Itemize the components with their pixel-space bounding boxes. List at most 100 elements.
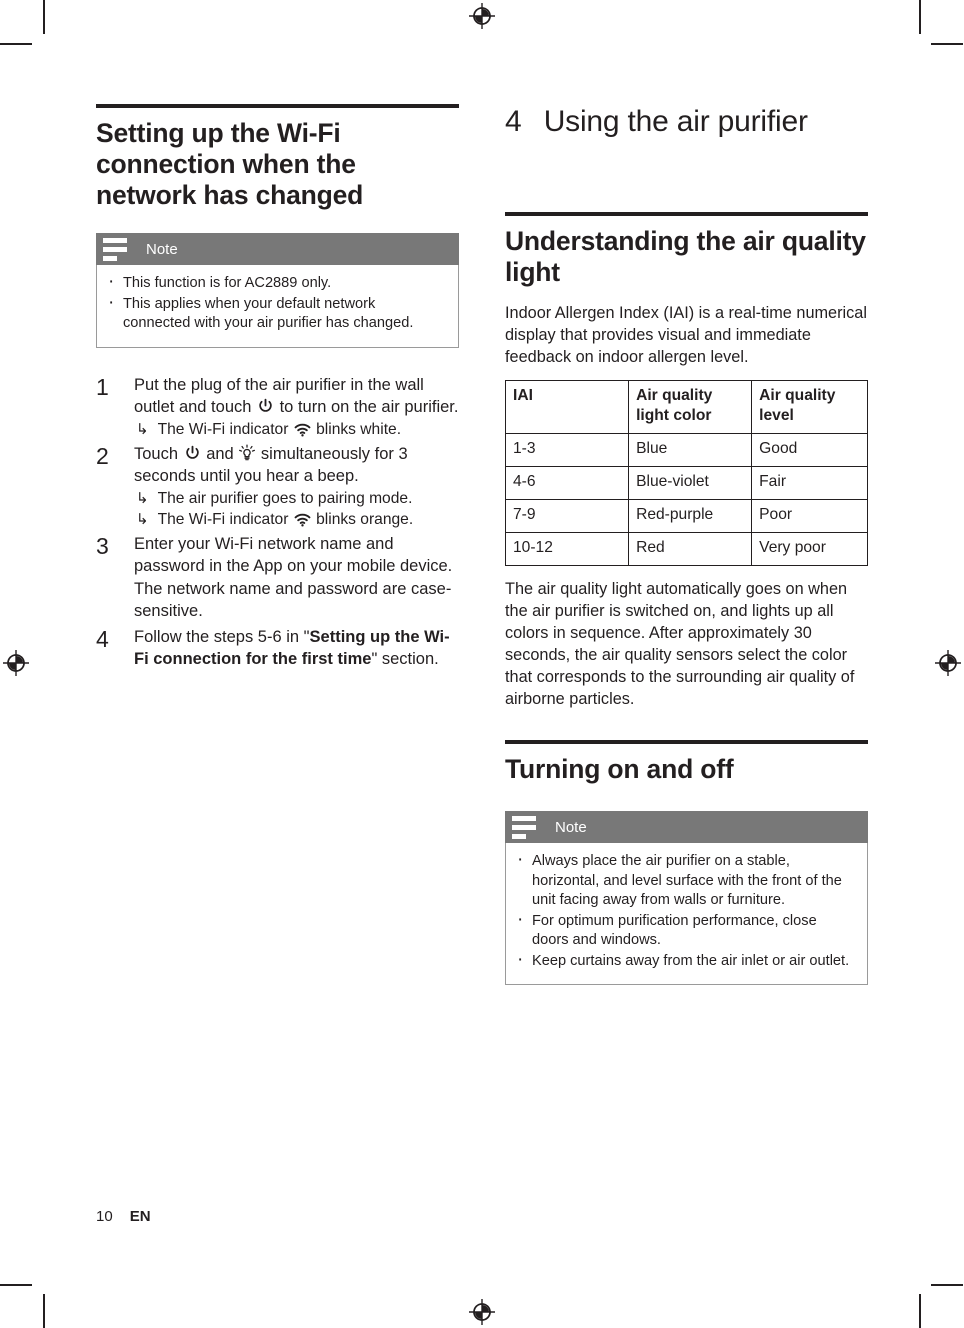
step-number: 4 (96, 625, 109, 652)
step-item: 2 Touch and simultaneously for 3 seconds… (96, 443, 459, 530)
crop-mark-icon (919, 1294, 921, 1328)
note-label: Note (543, 811, 868, 843)
step-text-middle: and (201, 444, 239, 463)
step-number: 2 (96, 442, 109, 469)
chapter-heading: 4 Using the air purifier (505, 104, 868, 140)
result-list: ↳ The Wi-Fi indicator blinks white. (134, 419, 459, 440)
crop-mark-icon (43, 1294, 45, 1328)
wifi-icon (294, 423, 311, 437)
list-item: Keep curtains away from the air inlet or… (514, 950, 855, 972)
step-text: Touch and simultaneously for 3 seconds u… (134, 443, 408, 485)
chapter-title: Using the air purifier (543, 105, 808, 138)
note-body: This function is for AC2889 only. This a… (96, 265, 459, 348)
intro-paragraph: Indoor Allergen Index (IAI) is a real-ti… (505, 304, 867, 366)
step-text-before: Follow the steps 5-6 in " (134, 627, 310, 646)
list-item: ↳ The Wi-Fi indicator blinks orange. (134, 509, 459, 530)
table-header-row: IAI Air quality light color Air quality … (504, 380, 868, 434)
result-text-after: blinks orange. (311, 510, 414, 528)
step-text: Follow the steps 5-6 in "Setting up the … (134, 628, 450, 669)
table-row: 1-3 Blue Good (504, 433, 868, 467)
wifi-icon (294, 513, 311, 527)
step-item: 1 Put the plug of the air purifier in th… (96, 374, 459, 440)
result-text-after: blinks white. (311, 420, 402, 438)
result-text: The Wi-Fi indicator blinks orange. (158, 509, 414, 530)
list-item: Always place the air purifier on a stabl… (514, 850, 855, 911)
result-text-before: The Wi-Fi indicator (157, 510, 293, 528)
note-header: Note (96, 233, 459, 265)
result-text: The Wi-Fi indicator blinks white. (158, 419, 401, 440)
cell-quality-level: Very poor (751, 532, 868, 566)
step-body: Put the plug of the air purifier in the … (134, 374, 459, 440)
right-column: 4 Using the air purifier Understanding t… (504, 104, 868, 985)
arrow-icon: ↳ (136, 510, 149, 528)
table-row: 7-9 Red-purple Poor (504, 499, 868, 533)
power-icon (259, 398, 272, 412)
table-row: 10-12 Red Very poor (504, 532, 868, 566)
cell-quality-level: Poor (751, 499, 868, 533)
note-lines-icon (96, 233, 134, 265)
note-label: Note (134, 233, 459, 265)
section-rule (505, 212, 868, 216)
step-number: 1 (96, 373, 109, 400)
cell-quality-level: Fair (751, 466, 868, 500)
column-header-quality-level: Air quality level (751, 380, 868, 434)
section-title-air-quality-light: Understanding the air quality light (505, 226, 866, 287)
cell-light-color: Red-purple (628, 499, 753, 533)
crop-mark-icon (931, 43, 963, 45)
note-header: Note (505, 811, 868, 843)
cell-iai: 4-6 (504, 466, 630, 500)
cell-light-color: Blue-violet (628, 466, 753, 500)
list-item: This function is for AC2889 only. (105, 272, 446, 294)
list-item: ↳ The air purifier goes to pairing mode. (134, 488, 459, 509)
left-column: Setting up the Wi-Fi connection when the… (96, 104, 459, 985)
page-title: Setting up the Wi-Fi connection when the… (96, 118, 364, 210)
arrow-icon: ↳ (136, 489, 149, 507)
step-body: Enter your Wi-Fi network name and passwo… (134, 533, 459, 623)
crop-mark-icon (931, 1284, 963, 1286)
cell-light-color: Blue (628, 433, 753, 467)
cell-iai: 1-3 (504, 433, 630, 467)
note-box: Note Always place the air purifier on a … (505, 811, 868, 985)
section-rule (96, 104, 459, 108)
power-icon (185, 445, 199, 459)
list-item: ↳ The Wi-Fi indicator blinks white. (134, 419, 459, 440)
page-footer: 10 EN (96, 1208, 151, 1225)
section-title-turning-on-off: Turning on and off (505, 754, 734, 784)
step-text-before: Touch (134, 444, 183, 463)
light-bulb-icon (239, 443, 256, 460)
note-lines-icon (505, 811, 543, 843)
cell-iai: 10-12 (504, 532, 630, 566)
cell-iai: 7-9 (504, 499, 630, 533)
arrow-icon: ↳ (136, 420, 149, 438)
chapter-number: 4 (505, 105, 522, 138)
page-content: Setting up the Wi-Fi connection when the… (96, 104, 868, 985)
step-text: Put the plug of the air purifier in the … (134, 376, 458, 417)
iai-table: IAI Air quality light color Air quality … (504, 380, 868, 566)
registration-target-icon (3, 650, 29, 676)
document-page: Setting up the Wi-Fi connection when the… (0, 0, 964, 1328)
cell-quality-level: Good (751, 433, 868, 467)
list-item: This applies when your default network c… (105, 293, 446, 334)
after-table-paragraph: The air quality light automatically goes… (505, 580, 855, 708)
registration-target-icon (469, 3, 495, 29)
step-body: Touch and simultaneously for 3 seconds u… (134, 443, 459, 530)
page-number: 10 (96, 1208, 113, 1225)
step-number: 3 (96, 532, 109, 559)
step-item: 3 Enter your Wi-Fi network name and pass… (96, 533, 459, 623)
note-box: Note This function is for AC2889 only. T… (96, 233, 459, 348)
step-text-after: " section. (371, 650, 439, 668)
section-rule (505, 740, 868, 744)
result-list: ↳ The air purifier goes to pairing mode.… (134, 488, 459, 530)
language-code: EN (129, 1208, 151, 1225)
step-text: Enter your Wi-Fi network name and passwo… (134, 534, 453, 621)
crop-mark-icon (43, 0, 45, 34)
steps-list: 1 Put the plug of the air purifier in th… (96, 374, 459, 671)
step-item: 4 Follow the steps 5-6 in "Setting up th… (96, 626, 459, 671)
table-row: 4-6 Blue-violet Fair (504, 466, 868, 500)
result-text-before: The Wi-Fi indicator (157, 420, 293, 438)
crop-mark-icon (0, 43, 32, 45)
step-text-after: to turn on the air purifier. (275, 398, 459, 416)
step-body: Follow the steps 5-6 in "Setting up the … (134, 626, 459, 671)
registration-target-icon (935, 650, 961, 676)
crop-mark-icon (919, 0, 921, 34)
